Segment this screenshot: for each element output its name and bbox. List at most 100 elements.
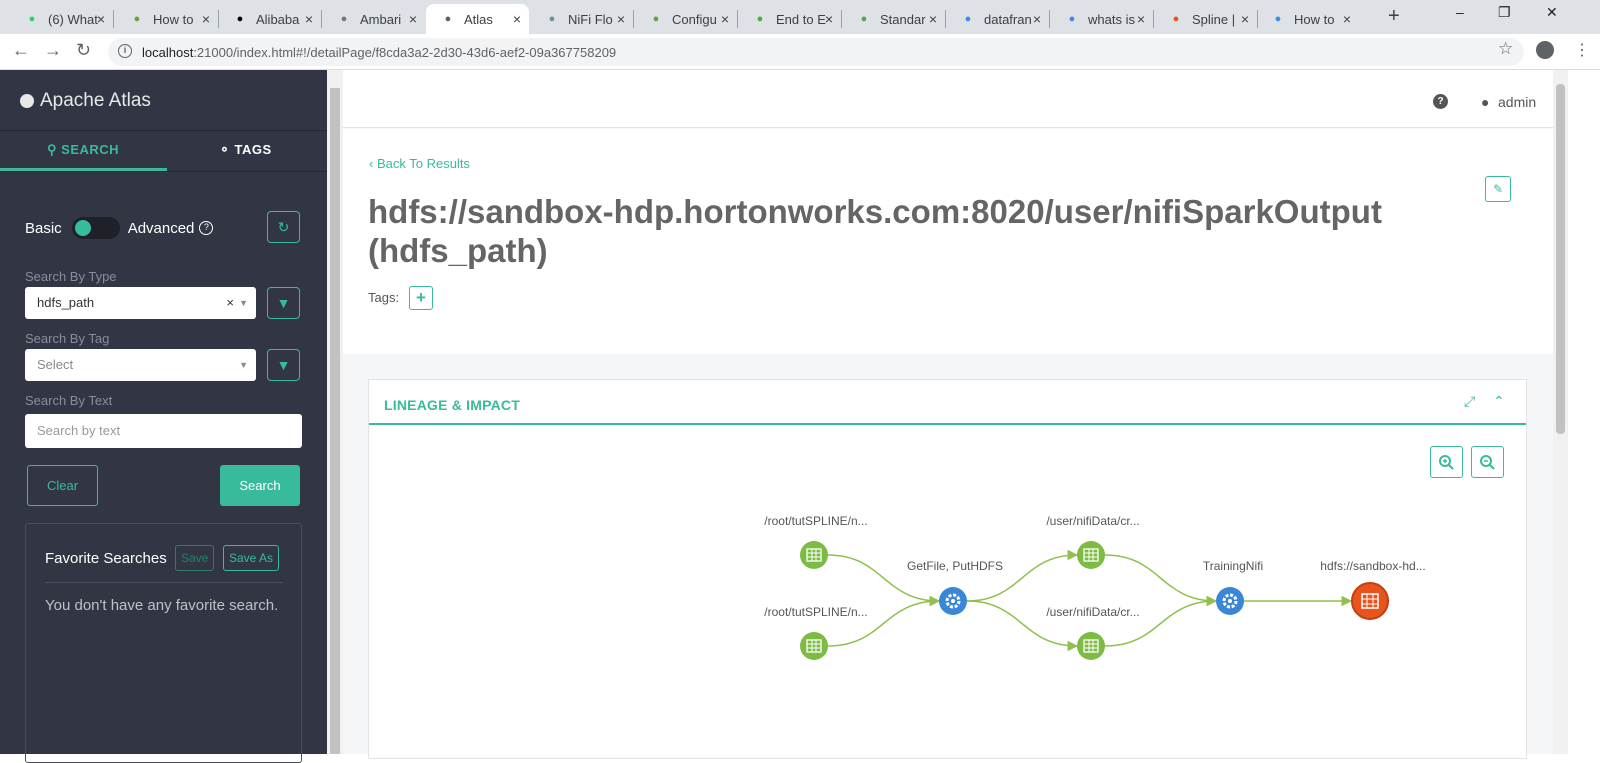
browser-tab[interactable]: ● How to × [115, 4, 218, 34]
add-tag-button[interactable]: + [409, 286, 433, 310]
account-icon[interactable] [1536, 41, 1554, 59]
browser-tab[interactable]: ● Standar × [842, 4, 945, 34]
sidebar: Apache Atlas ⚲ SEARCH ⚬ TAGS Basic Advan… [0, 70, 333, 763]
close-icon[interactable]: × [409, 11, 417, 27]
chevron-up-icon[interactable]: ⌃ [1493, 393, 1505, 410]
browser-tab[interactable]: ● whats is × [1050, 4, 1153, 34]
browser-tab[interactable]: ● End to E × [738, 4, 841, 34]
clear-x-icon[interactable]: × [226, 287, 234, 319]
close-icon[interactable]: × [513, 11, 521, 27]
close-icon[interactable]: × [721, 11, 729, 27]
maximize-icon[interactable]: ❐ [1498, 4, 1511, 21]
search-button[interactable]: Search [220, 465, 300, 506]
close-icon[interactable]: × [305, 11, 313, 27]
close-icon[interactable]: × [929, 11, 937, 27]
text-label: Search By Text [25, 393, 113, 408]
lineage-node-dataset[interactable]: /user/nifiData/cr... [1046, 514, 1140, 569]
tag-filter-button[interactable]: ▼ [267, 349, 300, 381]
lineage-node-dataset[interactable]: /root/tutSPLINE/n... [764, 514, 868, 569]
dataset-circle [800, 541, 828, 569]
lineage-graph[interactable]: /root/tutSPLINE/n... /root/tutSPLINE/n...… [369, 427, 1526, 757]
fav-save-as-button[interactable]: Save As [223, 545, 280, 571]
tab-tags[interactable]: ⚬ TAGS [219, 142, 272, 158]
close-icon[interactable]: × [825, 11, 833, 27]
lineage-panel: LINEAGE & IMPACT ⤢ ⌃ /root/tutSPLINE/n..… [368, 379, 1527, 759]
page-icon: ● [444, 13, 452, 25]
page-scrollbar[interactable] [1553, 70, 1568, 754]
favorite-empty-text: You don't have any favorite search. [45, 597, 279, 614]
bookmark-star-icon[interactable]: ☆ [1498, 39, 1513, 59]
close-icon[interactable]: × [1033, 11, 1041, 27]
expand-icon[interactable]: ⤢ [1464, 393, 1475, 410]
mongo-icon: ● [756, 13, 764, 25]
lineage-node-dataset[interactable]: /user/nifiData/cr... [1046, 605, 1140, 660]
lineage-node-current[interactable]: hdfs://sandbox-hd... [1320, 559, 1426, 620]
medium-icon: ● [236, 13, 244, 25]
lineage-title: LINEAGE & IMPACT [384, 397, 520, 413]
close-icon[interactable]: × [1137, 11, 1145, 27]
filter-icon: ▼ [276, 295, 291, 311]
tab-label: Alibaba [256, 11, 300, 27]
browser-tab[interactable]: ● (6) What × [10, 4, 113, 34]
forward-arrow-icon[interactable]: → [44, 40, 62, 61]
tab-label: (6) What [48, 11, 98, 27]
lineage-node-label: /user/nifiData/cr... [1046, 605, 1139, 619]
tab-label: End to E [776, 11, 826, 27]
search-mode-toggle-row: Basic Advanced ? [25, 217, 214, 239]
pencil-icon: ✎ [1492, 182, 1504, 196]
browser-tab[interactable]: ● Configu × [634, 4, 737, 34]
browser-toolbar: ← → ↻ i localhost:21000/index.html#!/det… [0, 34, 1600, 70]
sidebar-scrollbar[interactable] [327, 70, 343, 754]
browser-tab[interactable]: ● NiFi Flo × [530, 4, 633, 34]
tab-label: Atlas [464, 11, 493, 27]
tab-search[interactable]: ⚲ SEARCH [47, 142, 119, 158]
menu-kebab-icon[interactable]: ⋮ [1574, 40, 1590, 60]
favorite-title: Favorite Searches [45, 550, 167, 567]
browser-tab[interactable]: ● Spline | × [1154, 4, 1257, 34]
address-bar[interactable]: i localhost:21000/index.html#!/detailPag… [108, 38, 1524, 66]
user-icon[interactable]: ● [1481, 94, 1489, 110]
close-icon[interactable]: × [617, 11, 625, 27]
search-text-input[interactable]: Search by text [25, 414, 302, 448]
tab-label: Spline | [1192, 11, 1236, 27]
close-window-icon[interactable]: ✕ [1546, 4, 1558, 21]
type-select[interactable]: hdfs_path × ▼ [25, 287, 256, 319]
chevron-left-icon: ‹ [369, 156, 374, 171]
lineage-node-label: /root/tutSPLINE/n... [764, 514, 867, 528]
browser-tab[interactable]: ● Alibaba × [218, 4, 321, 34]
lineage-node-process[interactable]: GetFile, PutHDFS [907, 559, 1003, 615]
lineage-node-dataset[interactable]: /root/tutSPLINE/n... [764, 605, 868, 660]
lineage-header: LINEAGE & IMPACT ⤢ ⌃ [369, 380, 1526, 425]
lineage-node-label: GetFile, PutHDFS [907, 559, 1003, 573]
close-icon[interactable]: × [202, 11, 210, 27]
close-icon[interactable]: × [97, 11, 105, 27]
tab-label: Standar [880, 11, 926, 27]
minimize-icon[interactable]: – [1456, 4, 1464, 20]
help-icon[interactable]: ? [1433, 94, 1448, 109]
browser-tab[interactable]: ● datafran × [946, 4, 1049, 34]
user-name[interactable]: admin [1498, 94, 1536, 110]
tag-label: Search By Tag [25, 331, 110, 346]
info-icon[interactable]: i [118, 44, 132, 58]
back-arrow-icon[interactable]: ← [12, 40, 30, 61]
close-icon[interactable]: × [1343, 11, 1351, 27]
type-filter-button[interactable]: ▼ [267, 287, 300, 319]
browser-tab[interactable]: ● Ambari × [322, 4, 425, 34]
mode-switch[interactable] [71, 217, 120, 239]
brand[interactable]: Apache Atlas [20, 90, 151, 112]
new-tab-icon[interactable]: + [1388, 5, 1400, 28]
tag-select[interactable]: Select ▼ [25, 349, 256, 381]
reload-icon[interactable]: ↻ [76, 40, 91, 61]
fav-save-button[interactable]: Save [175, 545, 215, 571]
back-to-results-link[interactable]: ‹ Back To Results [369, 156, 470, 171]
close-icon[interactable]: × [1241, 11, 1249, 27]
help-icon[interactable]: ? [199, 221, 214, 235]
basic-label: Basic [25, 219, 62, 237]
lineage-node-process[interactable]: TrainingNifi [1203, 559, 1263, 615]
edit-button[interactable]: ✎ [1485, 176, 1511, 202]
refresh-button[interactable]: ↻ [267, 211, 300, 243]
spline-icon: ● [1172, 13, 1180, 25]
browser-tab[interactable]: ● Atlas × [426, 4, 529, 34]
clear-button[interactable]: Clear [27, 465, 98, 506]
browser-tab[interactable]: ● How to × [1256, 4, 1359, 34]
